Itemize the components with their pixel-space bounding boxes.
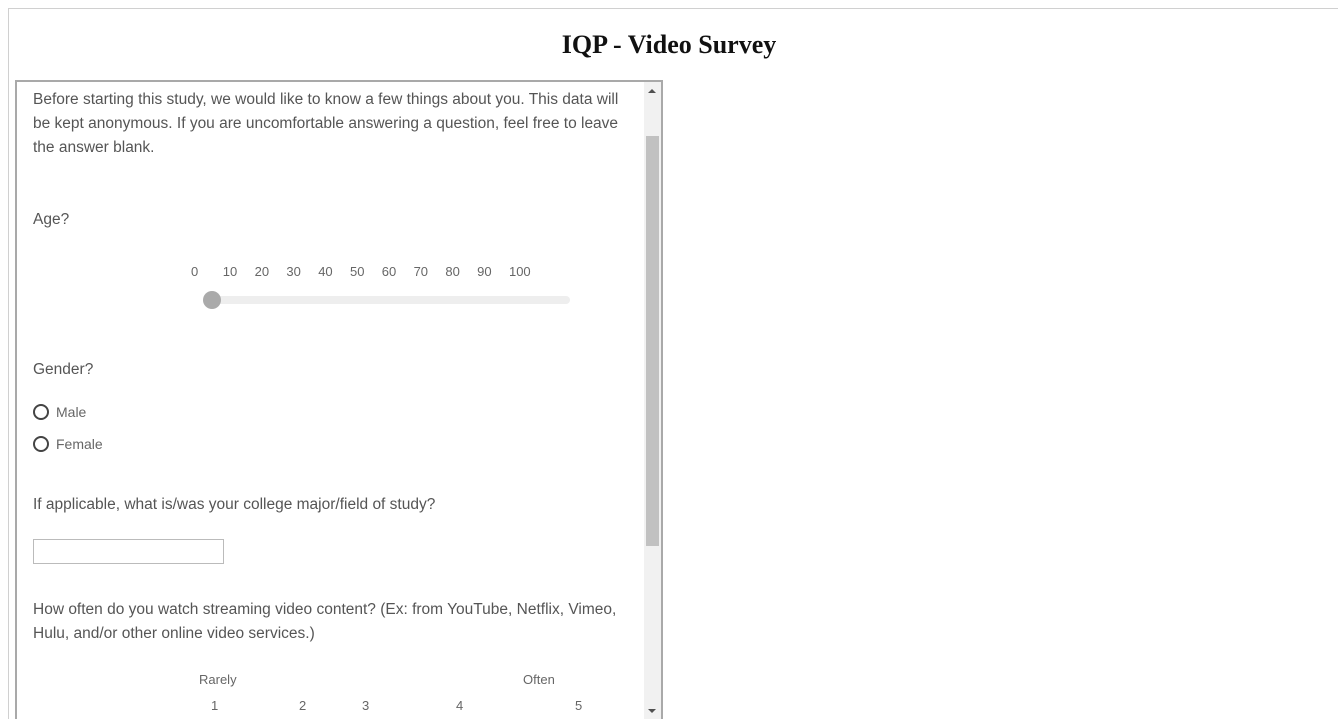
gender-option-label: Male [56, 404, 87, 420]
survey-intro: Before starting this study, we would lik… [33, 91, 619, 156]
age-tick: 90 [477, 264, 492, 279]
age-slider-track[interactable] [204, 296, 570, 304]
age-tick: 100 [508, 264, 531, 279]
age-question: Age? [33, 211, 70, 228]
age-tick: 10 [222, 264, 238, 279]
page: IQP - Video Survey Before starting this … [0, 0, 1338, 719]
vertical-scrollbar[interactable] [644, 82, 661, 719]
scroll-down-arrow-icon[interactable] [648, 709, 656, 713]
age-tick: 40 [318, 264, 333, 279]
scale-option[interactable]: 4 [456, 694, 463, 718]
age-tick: 30 [286, 264, 301, 279]
radio-circle-icon[interactable] [33, 404, 49, 420]
major-question: If applicable, what is/was your college … [33, 496, 436, 513]
radio-circle-icon[interactable] [33, 436, 49, 452]
gender-option-male[interactable]: Male [33, 400, 86, 424]
scroll-up-arrow-icon[interactable] [648, 89, 656, 93]
streaming-question: How often do you watch streaming video c… [33, 601, 617, 642]
age-tick: 80 [445, 264, 460, 279]
age-tick-labels: 0 10 20 30 40 50 60 70 80 90 100 [191, 260, 571, 284]
scale-low-label: Rarely [199, 672, 237, 687]
scale-high-label: Often [523, 672, 555, 687]
age-tick: 0 [191, 264, 199, 279]
age-tick: 60 [381, 264, 397, 279]
gender-question: Gender? [33, 361, 94, 378]
age-tick: 20 [254, 264, 270, 279]
age-tick: 50 [349, 264, 365, 279]
age-tick: 70 [413, 264, 429, 279]
survey-frame: Before starting this study, we would lik… [15, 80, 663, 719]
scale-option[interactable]: 5 [575, 694, 582, 718]
age-slider-thumb[interactable] [203, 291, 221, 309]
scrollbar-thumb[interactable] [646, 136, 659, 546]
scale-option[interactable]: 2 [299, 694, 306, 718]
scale-option[interactable]: 1 [211, 694, 218, 718]
top-divider [8, 8, 1338, 9]
major-input[interactable] [33, 539, 224, 564]
page-title: IQP - Video Survey [561, 30, 777, 59]
survey-content: Before starting this study, we would lik… [33, 88, 643, 713]
scale-option[interactable]: 3 [362, 694, 369, 718]
gender-option-female[interactable]: Female [33, 432, 103, 456]
gender-option-label: Female [56, 436, 103, 452]
left-divider [8, 8, 9, 719]
